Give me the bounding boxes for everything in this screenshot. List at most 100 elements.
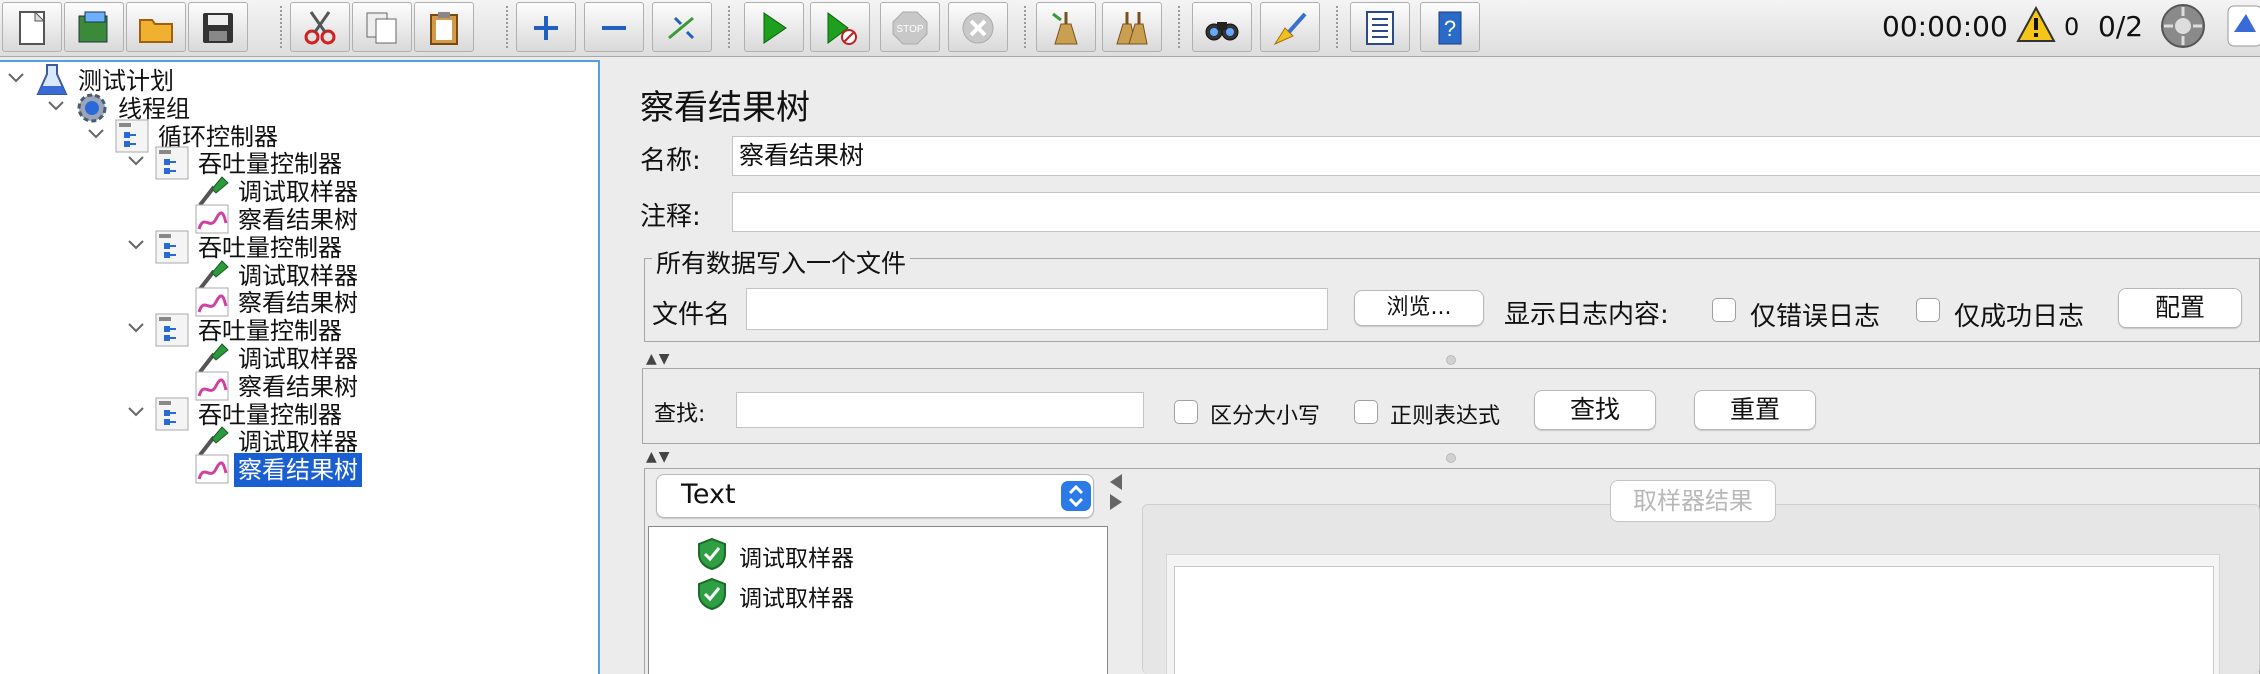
success-shield-icon	[698, 577, 726, 611]
splitter-bottom[interactable]: ▲▼	[642, 450, 2260, 464]
log-display-label: 显示日志内容:	[1504, 300, 1669, 330]
collapse-icon	[602, 26, 626, 30]
name-label: 名称:	[640, 146, 701, 176]
warning-icon[interactable]	[2016, 6, 2056, 44]
collapse-button[interactable]	[584, 2, 644, 52]
search-input[interactable]	[736, 392, 1144, 428]
result-text-area[interactable]	[1174, 566, 2214, 674]
chevron-down-icon[interactable]	[4, 66, 28, 90]
regex-label: 正则表达式	[1390, 404, 1501, 429]
comment-field[interactable]	[732, 192, 2260, 232]
splitter-top[interactable]: ▲▼	[642, 352, 2260, 366]
expand-button[interactable]	[516, 2, 576, 52]
clear-icon	[1052, 12, 1078, 45]
reset-button[interactable]: 重置	[1694, 390, 1816, 430]
chevron-down-icon[interactable]	[124, 149, 148, 173]
function-helper-icon	[1366, 11, 1394, 45]
configure-button[interactable]: 配置	[2118, 288, 2242, 328]
elapsed-timer: 00:00:00	[1882, 10, 2008, 43]
templates-icon	[78, 11, 108, 43]
extra-toolbar-icon[interactable]	[2226, 4, 2260, 48]
toggle-button[interactable]	[652, 2, 712, 52]
cut-icon	[304, 11, 336, 45]
write-results-title: 所有数据写入一个文件	[652, 244, 911, 280]
success-shield-icon	[698, 537, 726, 571]
active-threads: 0/2	[2098, 10, 2144, 43]
errors-only-label: 仅错误日志	[1750, 302, 1881, 332]
toolbar-separator	[1024, 6, 1026, 48]
filename-field[interactable]	[746, 288, 1328, 330]
start-no-pauses-icon	[827, 12, 857, 45]
result-label: 调试取样器	[739, 546, 854, 572]
success-only-checkbox[interactable]	[1916, 298, 1940, 322]
clear-all-icon	[1116, 12, 1148, 45]
search-label: 查找:	[654, 402, 706, 427]
stop-button[interactable]: STOP	[880, 2, 940, 52]
graph-icon	[194, 451, 230, 487]
new-icon	[19, 10, 46, 45]
copy-icon	[366, 12, 397, 44]
expand-icon	[534, 16, 558, 40]
browse-button[interactable]: 浏览...	[1354, 290, 1484, 326]
templates-button[interactable]	[64, 2, 124, 52]
search-button[interactable]	[1192, 2, 1252, 52]
remote-engines-icon[interactable]	[2160, 3, 2206, 49]
case-sensitive-label: 区分大小写	[1210, 404, 1321, 429]
case-sensitive-checkbox[interactable]	[1174, 400, 1198, 424]
chevron-down-icon[interactable]	[84, 122, 108, 146]
stop-icon: STOP	[892, 11, 928, 45]
paste-button[interactable]	[414, 2, 474, 52]
find-button[interactable]: 查找	[1534, 390, 1656, 430]
help-button[interactable]: ?	[1420, 2, 1480, 52]
open-button[interactable]	[126, 2, 186, 52]
clear-all-button[interactable]	[1102, 2, 1162, 52]
toggle-icon	[668, 16, 695, 40]
clear-button[interactable]	[1036, 2, 1096, 52]
page-title: 察看结果树	[640, 88, 810, 128]
tree-node[interactable]: 察看结果树	[0, 451, 596, 489]
save-button[interactable]	[188, 2, 248, 52]
warning-count: 0	[2064, 13, 2080, 41]
function-helper-button[interactable]	[1350, 2, 1410, 52]
name-field[interactable]: 察看结果树	[732, 136, 2260, 176]
toolbar-separator	[506, 6, 508, 48]
errors-only-checkbox[interactable]	[1712, 298, 1736, 322]
toolbar-separator	[1336, 6, 1338, 48]
chevron-down-icon[interactable]	[124, 233, 148, 257]
tab-sampler-result[interactable]: 取样器结果	[1610, 480, 1776, 522]
collapse-left-icon[interactable]	[1108, 472, 1124, 512]
new-button[interactable]	[2, 2, 62, 52]
filename-label: 文件名	[652, 300, 731, 330]
shutdown-icon	[962, 12, 994, 44]
test-plan-tree[interactable]: 测试计划 线程组 循环控制器 吞吐量控制器 调试取样器 察看结果树 吞吐量控制器 调试取样器察…	[0, 60, 600, 674]
copy-button[interactable]	[352, 2, 412, 52]
open-icon	[139, 19, 173, 43]
success-only-label: 仅成功日志	[1954, 302, 2085, 332]
chevron-down-icon[interactable]	[124, 316, 148, 340]
reset-search-button[interactable]	[1260, 2, 1320, 52]
splitter-arrows-icon[interactable]: ▲▼	[646, 450, 672, 464]
splitter-handle[interactable]	[1446, 453, 1456, 463]
splitter-arrows-icon[interactable]: ▲▼	[646, 352, 672, 366]
results-list[interactable]: 调试取样器 调试取样器	[648, 526, 1108, 674]
tree-node-label: 察看结果树	[234, 453, 362, 488]
search-icon	[1205, 22, 1239, 41]
shutdown-button[interactable]	[948, 2, 1008, 52]
start-icon	[763, 12, 787, 44]
regex-checkbox[interactable]	[1354, 400, 1378, 424]
renderer-selected: Text	[681, 479, 736, 510]
result-label: 调试取样器	[739, 586, 854, 612]
chevron-down-icon[interactable]	[124, 400, 148, 424]
chevron-down-icon[interactable]	[44, 94, 68, 118]
toolbar-separator	[280, 6, 282, 48]
start-button[interactable]	[744, 2, 804, 52]
splitter-handle[interactable]	[1446, 355, 1456, 365]
main-toolbar: STOP ? 00:00:00 0 0/2	[0, 0, 2260, 57]
paste-icon	[430, 12, 458, 45]
cut-button[interactable]	[290, 2, 350, 52]
reset-search-icon	[1273, 12, 1307, 46]
toolbar-separator	[728, 6, 730, 48]
renderer-select[interactable]: Text	[656, 474, 1094, 518]
start-no-pauses-button[interactable]	[810, 2, 870, 52]
help-icon: ?	[1438, 11, 1462, 45]
